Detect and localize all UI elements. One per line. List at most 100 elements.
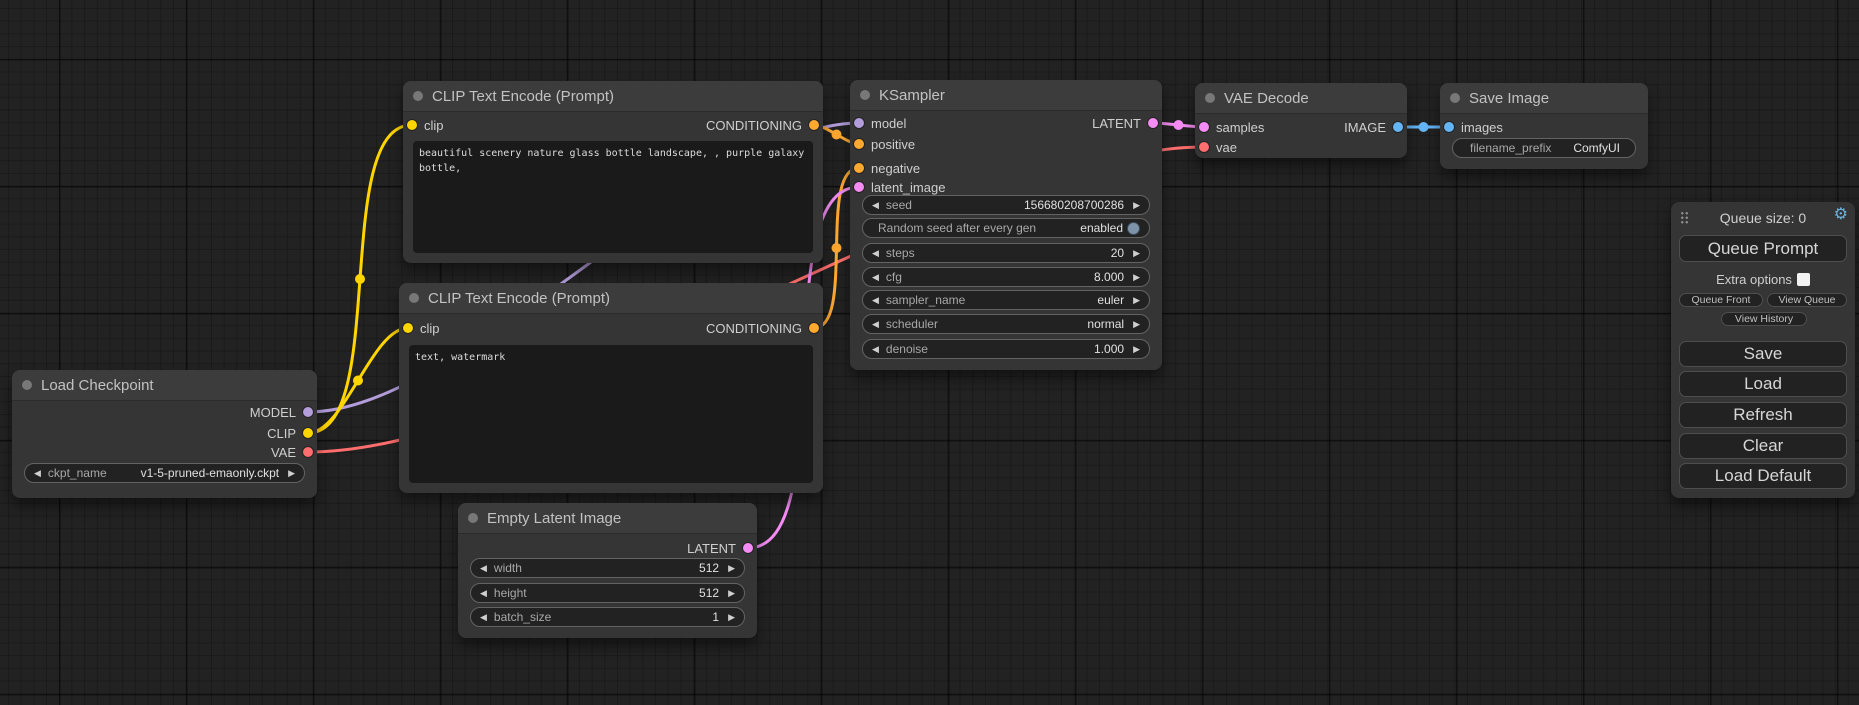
increment-arrow-icon[interactable]: ▶ [1133,273,1140,282]
IMAGE-output-dot[interactable] [1393,122,1403,132]
CONDITIONING-output-dot[interactable] [809,120,819,130]
output-label: LATENT [687,541,736,556]
node-title-bar[interactable]: VAE Decode [1195,83,1407,114]
widget-height[interactable]: ◀height512▶ [470,583,745,603]
decrement-arrow-icon[interactable]: ◀ [872,273,879,282]
MODEL-output-dot[interactable] [303,407,313,417]
queue-prompt-button[interactable]: Queue Prompt [1679,235,1847,262]
collapse-dot-icon[interactable] [22,380,32,390]
clip-input-dot[interactable] [403,323,413,333]
node-title-bar[interactable]: Load Checkpoint [12,370,317,401]
vae-input-dot[interactable] [1199,142,1209,152]
decrement-arrow-icon[interactable]: ◀ [34,469,41,478]
widget-ckpt_name[interactable]: ◀ckpt_namev1-5-pruned-emaonly.ckpt▶ [24,463,305,483]
load-button[interactable]: Load [1679,371,1847,397]
model-input-dot[interactable] [854,118,864,128]
widget-denoise[interactable]: ◀denoise1.000▶ [862,339,1150,359]
widget-label: Random seed after every gen [878,221,1036,235]
save-button[interactable]: Save [1679,341,1847,367]
decrement-arrow-icon[interactable]: ◀ [872,296,879,305]
widget-random-seed-after-every-gen[interactable]: Random seed after every gen enabled [862,218,1150,238]
collapse-dot-icon[interactable] [413,91,423,101]
node-title: VAE Decode [1224,90,1309,107]
decrement-arrow-icon[interactable]: ◀ [872,201,879,210]
node-vae-decode[interactable]: VAE DecodesamplesvaeIMAGE [1195,83,1407,158]
node-title-bar[interactable]: Save Image [1440,83,1648,114]
clear-button[interactable]: Clear [1679,433,1847,459]
clip-text-encode-positive-textarea[interactable]: beautiful scenery nature glass bottle la… [413,141,813,253]
CONDITIONING-output-dot[interactable] [809,323,819,333]
decrement-arrow-icon[interactable]: ◀ [480,564,487,573]
increment-arrow-icon[interactable]: ▶ [728,589,735,598]
clip-input-dot[interactable] [407,120,417,130]
input-clip: clip [407,116,444,134]
increment-arrow-icon[interactable]: ▶ [1133,201,1140,210]
collapse-dot-icon[interactable] [1450,93,1460,103]
node-title: Save Image [1469,90,1549,107]
widget-cfg[interactable]: ◀cfg8.000▶ [862,267,1150,287]
increment-arrow-icon[interactable]: ▶ [1133,296,1140,305]
clip-text-encode-negative-textarea[interactable]: text, watermark [409,345,813,483]
collapse-dot-icon[interactable] [409,293,419,303]
node-title-bar[interactable]: CLIP Text Encode (Prompt) [403,81,823,112]
increment-arrow-icon[interactable]: ▶ [288,469,295,478]
LATENT-output-dot[interactable] [1148,118,1158,128]
increment-arrow-icon[interactable]: ▶ [728,613,735,622]
decrement-arrow-icon[interactable]: ◀ [872,320,879,329]
extra-options-checkbox[interactable] [1797,273,1810,286]
latent_image-input-dot[interactable] [854,182,864,192]
node-clip-text-encode-negative[interactable]: CLIP Text Encode (Prompt)clipCONDITIONIN… [399,283,823,493]
output-CONDITIONING: CONDITIONING [706,116,819,134]
negative-input-dot[interactable] [854,163,864,173]
widget-label: seed [886,198,912,212]
widget-sampler_name[interactable]: ◀sampler_nameeuler▶ [862,290,1150,310]
samples-input-dot[interactable] [1199,122,1209,132]
node-title-bar[interactable]: Empty Latent Image [458,503,757,534]
images-input-dot[interactable] [1444,122,1454,132]
gear-icon[interactable]: ⚙ [1834,207,1848,223]
increment-arrow-icon[interactable]: ▶ [728,564,735,573]
decrement-arrow-icon[interactable]: ◀ [480,613,487,622]
node-save-image[interactable]: Save Imageimagesfilename_prefixComfyUI [1440,83,1648,169]
refresh-button[interactable]: Refresh [1679,402,1847,428]
decrement-arrow-icon[interactable]: ◀ [480,589,487,598]
widget-value: enabled [1080,221,1123,235]
output-label: MODEL [250,405,296,420]
node-clip-text-encode-positive[interactable]: CLIP Text Encode (Prompt) clip CONDITIONIN… [403,81,823,263]
queue-front-button[interactable]: Queue Front [1679,293,1763,307]
widget-filename_prefix[interactable]: filename_prefixComfyUI [1452,138,1636,158]
widget-label: batch_size [494,610,551,624]
increment-arrow-icon[interactable]: ▶ [1133,320,1140,329]
widget-scheduler[interactable]: ◀schedulernormal▶ [862,314,1150,334]
input-clip: clip [403,319,440,337]
decrement-arrow-icon[interactable]: ◀ [872,249,879,258]
widget-value: euler [1097,293,1124,307]
widget-value: 512 [699,586,719,600]
link-midpoint-dot [832,130,842,140]
node-load-checkpoint[interactable]: Load CheckpointMODELCLIPVAE◀ckpt_namev1-… [12,370,317,498]
node-title-bar[interactable]: CLIP Text Encode (Prompt) [399,283,823,314]
collapse-dot-icon[interactable] [860,90,870,100]
widget-width[interactable]: ◀width512▶ [470,558,745,578]
node-empty-latent-image[interactable]: Empty Latent ImageLATENT◀width512▶◀heigh… [458,503,757,638]
increment-arrow-icon[interactable]: ▶ [1133,345,1140,354]
decrement-arrow-icon[interactable]: ◀ [872,345,879,354]
widget-seed[interactable]: ◀seed156680208700286▶ [862,195,1150,215]
widget-steps[interactable]: ◀steps20▶ [862,243,1150,263]
view-history-button[interactable]: View History [1721,312,1807,326]
node-ksampler[interactable]: KSamplermodelpositivenegativelatent_imag… [850,80,1162,370]
load-default-button[interactable]: Load Default [1679,463,1847,489]
view-queue-button[interactable]: View Queue [1767,293,1847,307]
collapse-dot-icon[interactable] [468,513,478,523]
positive-input-dot[interactable] [854,139,864,149]
node-title-bar[interactable]: KSampler [850,80,1162,111]
collapse-dot-icon[interactable] [1205,93,1215,103]
increment-arrow-icon[interactable]: ▶ [1133,249,1140,258]
LATENT-output-dot[interactable] [743,543,753,553]
extra-options-row: Extra options [1671,272,1855,287]
CLIP-output-dot[interactable] [303,428,313,438]
VAE-output-dot[interactable] [303,447,313,457]
widget-batch_size[interactable]: ◀batch_size1▶ [470,607,745,627]
toggle-dot[interactable] [1127,222,1140,235]
node-graph-canvas[interactable]: Load CheckpointMODELCLIPVAE◀ckpt_namev1-… [0,0,1859,705]
